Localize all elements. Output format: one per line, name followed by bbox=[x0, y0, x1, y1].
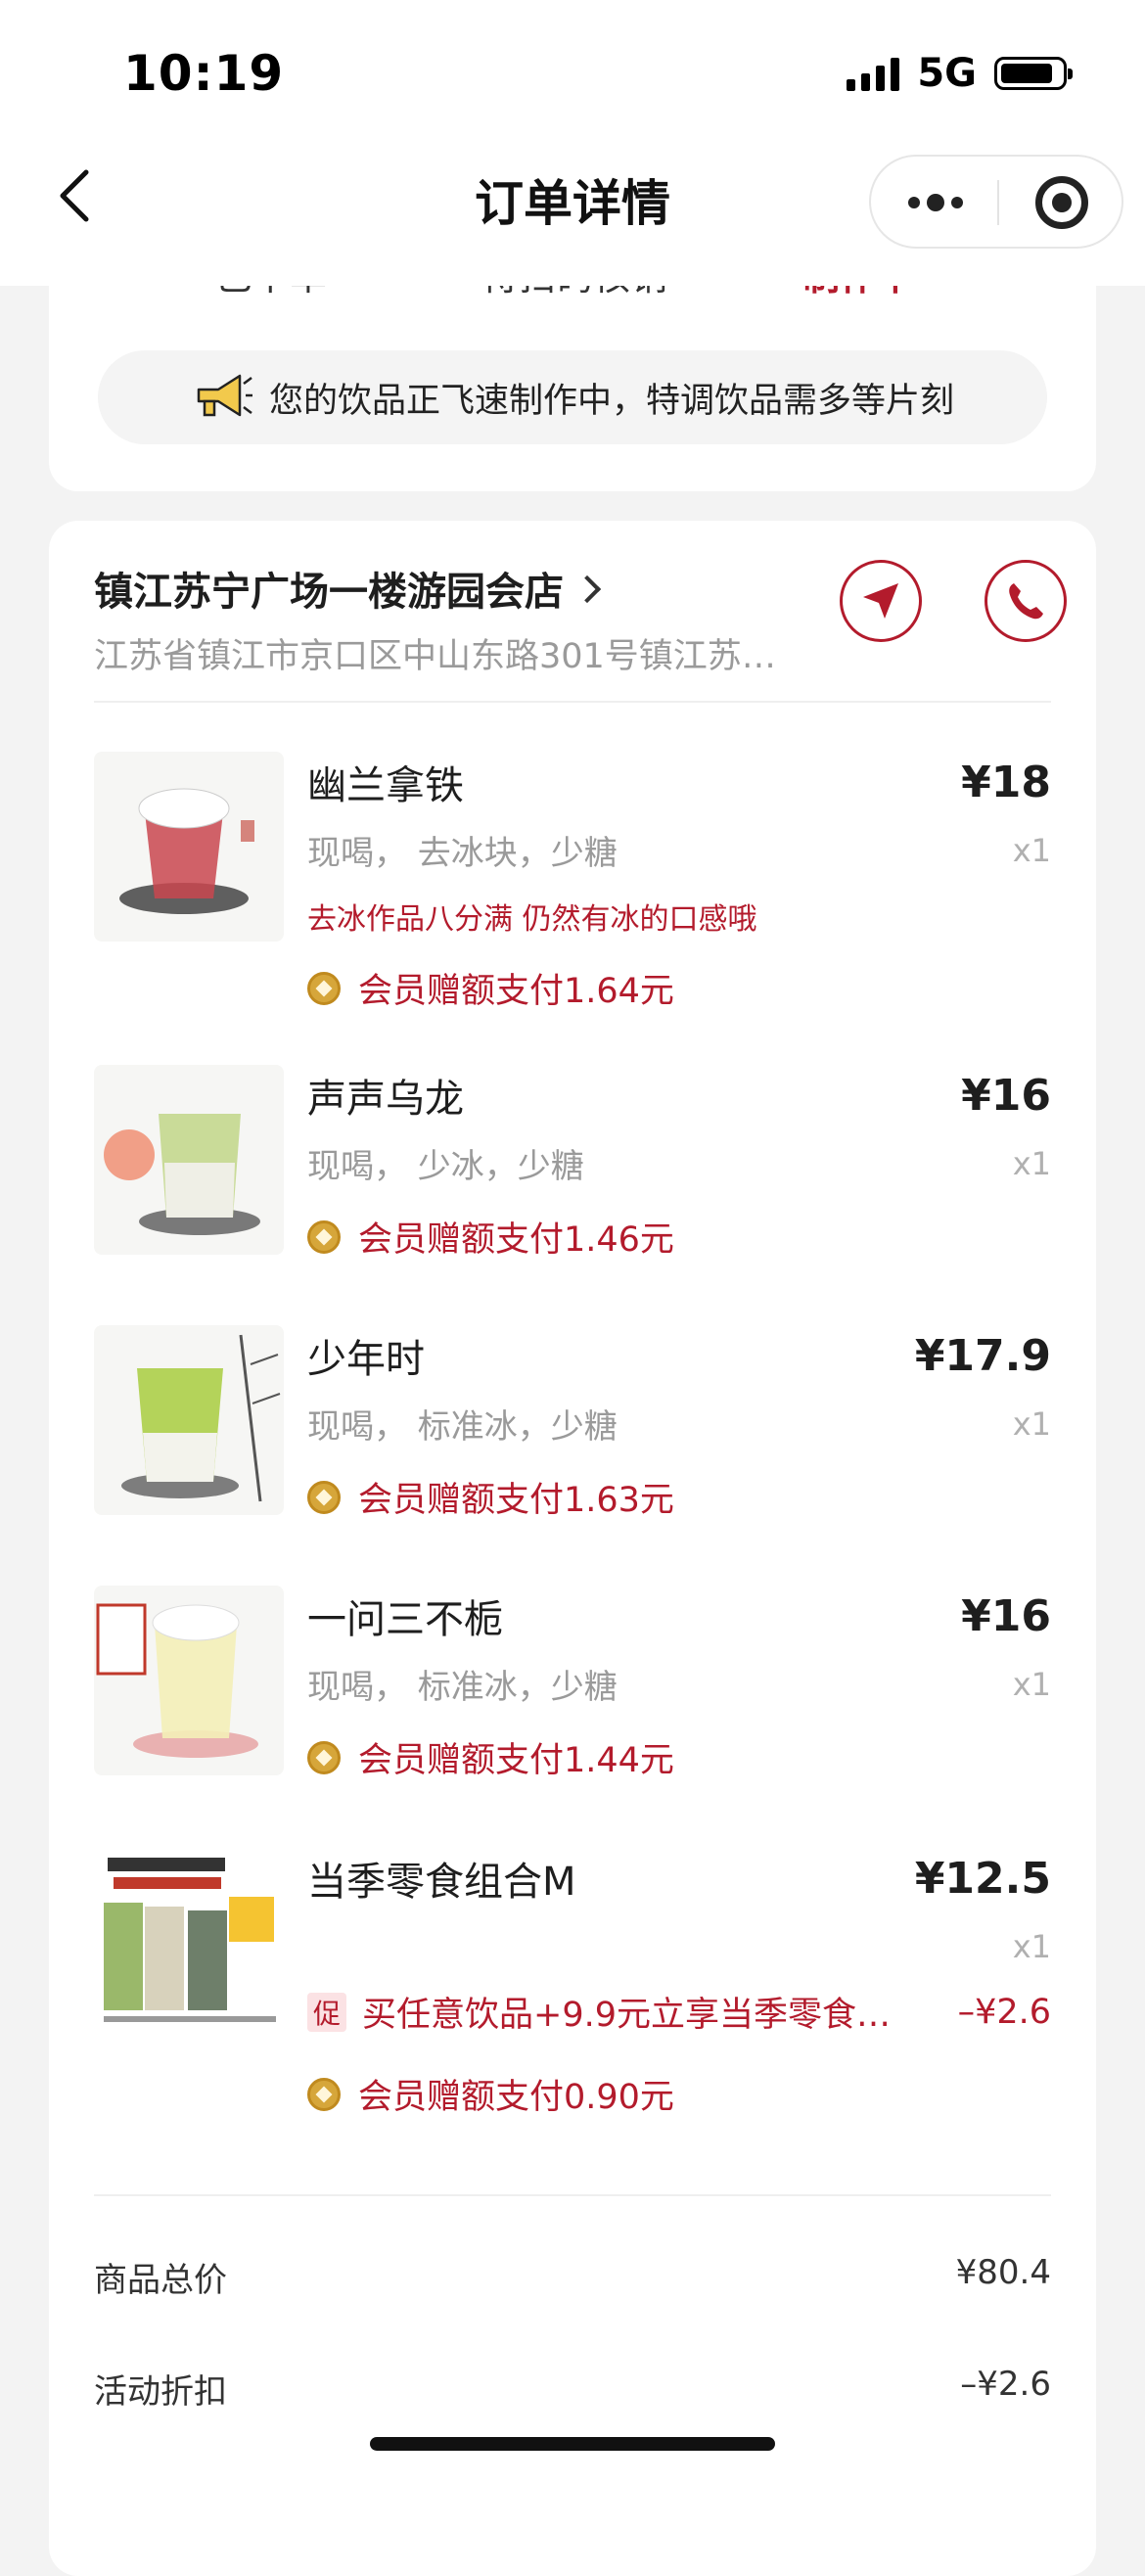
order-item[interactable]: 当季零食组合M ¥12.5 x1 促 买任意饮品+9.9元立享当季零食买4就送1… bbox=[94, 1848, 1051, 2132]
order-item[interactable]: 幽兰拿铁 ¥18 x1 现喝， 去冰块，少糖 去冰作品八分满 仍然有冰的口感哦 … bbox=[94, 752, 1051, 1016]
coin-icon bbox=[307, 971, 341, 1005]
divider bbox=[94, 701, 1051, 703]
product-spec: 现喝， 标准冰，少糖 bbox=[307, 1668, 618, 1707]
navigation-arrow-icon bbox=[863, 583, 898, 619]
product-spec: 现喝， 少冰，少糖 bbox=[307, 1147, 584, 1186]
member-pay-text: 会员赠额支付1.64元 bbox=[358, 972, 674, 1011]
product-price: ¥16 bbox=[961, 1591, 1051, 1641]
home-indicator[interactable] bbox=[370, 2437, 775, 2451]
member-pay: 会员赠额支付1.63元 bbox=[307, 1472, 674, 1522]
chevron-right-icon bbox=[572, 575, 602, 604]
product-tip: 去冰作品八分满 仍然有冰的口感哦 bbox=[307, 902, 757, 937]
discount-row: 活动折扣 –¥2.6 bbox=[94, 2365, 1051, 2413]
promo-text: 买任意饮品+9.9元立享当季零食买4就送1 bbox=[362, 1996, 920, 2035]
member-pay-text: 会员赠额支付1.63元 bbox=[358, 1481, 674, 1520]
phone-icon bbox=[1009, 583, 1043, 620]
member-pay-text: 会员赠额支付1.44元 bbox=[358, 1741, 674, 1780]
order-item[interactable]: 少年时 ¥17.9 x1 现喝， 标准冰，少糖 会员赠额支付1.63元 bbox=[94, 1325, 1051, 1541]
promo-amount: –¥2.6 bbox=[957, 1992, 1051, 2032]
product-image bbox=[94, 1586, 284, 1775]
battery-icon bbox=[994, 57, 1073, 90]
close-mini-program-icon[interactable] bbox=[1035, 176, 1088, 229]
product-image bbox=[94, 752, 284, 942]
status-indicators: 5G bbox=[847, 51, 1073, 96]
coin-icon bbox=[307, 1740, 341, 1774]
order-item[interactable]: 一问三不栀 ¥16 x1 现喝， 标准冰，少糖 会员赠额支付1.44元 bbox=[94, 1586, 1051, 1801]
product-spec: 现喝， 标准冰，少糖 bbox=[307, 1407, 618, 1447]
divider bbox=[94, 2194, 1051, 2196]
status-time: 10:19 bbox=[123, 45, 285, 102]
promo-badge: 促 bbox=[307, 1992, 346, 2032]
product-qty: x1 bbox=[1012, 1928, 1051, 1965]
call-store-button[interactable] bbox=[985, 560, 1067, 642]
capsule-divider bbox=[997, 180, 999, 225]
store-name: 镇江苏宁广场一楼游园会店 bbox=[94, 570, 564, 615]
store-address: 江苏省镇江市京口区中山东路301号镇江苏宁广场一楼 bbox=[94, 637, 799, 676]
product-name: 一问三不栀 bbox=[307, 1597, 503, 1642]
network-type: 5G bbox=[917, 51, 977, 96]
megaphone-icon bbox=[197, 374, 252, 417]
total-label: 商品总价 bbox=[94, 2261, 227, 2300]
navigate-button[interactable] bbox=[840, 560, 922, 642]
product-qty: x1 bbox=[1012, 832, 1051, 869]
product-spec: 现喝， 去冰块，少糖 bbox=[307, 834, 618, 873]
order-detail-card: 镇江苏宁广场一楼游园会店 江苏省镇江市京口区中山东路301号镇江苏宁广场一楼 幽… bbox=[49, 521, 1096, 2576]
product-name: 当季零食组合M bbox=[307, 1860, 576, 1905]
member-pay-text: 会员赠额支付1.46元 bbox=[358, 1220, 674, 1260]
member-pay: 会员赠额支付1.64元 bbox=[307, 963, 674, 1013]
product-image bbox=[94, 1065, 284, 1255]
order-item[interactable]: 声声乌龙 ¥16 x1 现喝， 少冰，少糖 会员赠额支付1.46元 bbox=[94, 1065, 1051, 1280]
mini-program-capsule bbox=[869, 155, 1123, 249]
member-pay: 会员赠额支付0.90元 bbox=[307, 2069, 674, 2119]
total-value: ¥80.4 bbox=[955, 2253, 1051, 2292]
product-price: ¥12.5 bbox=[914, 1854, 1051, 1904]
store-name-link[interactable]: 镇江苏宁广场一楼游园会店 bbox=[94, 560, 602, 617]
product-name: 少年时 bbox=[307, 1337, 425, 1382]
total-price-row: 商品总价 ¥80.4 bbox=[94, 2253, 1051, 2301]
member-pay: 会员赠额支付1.46元 bbox=[307, 1212, 674, 1262]
product-name: 幽兰拿铁 bbox=[307, 763, 464, 808]
product-name: 声声乌龙 bbox=[307, 1077, 464, 1122]
notice-text: 您的饮品正飞速制作中，特调饮品需多等片刻 bbox=[268, 381, 954, 421]
product-price: ¥16 bbox=[961, 1071, 1051, 1121]
member-pay-text: 会员赠额支付0.90元 bbox=[358, 2078, 674, 2117]
promotion-row: 促 买任意饮品+9.9元立享当季零食买4就送1 –¥2.6 bbox=[307, 1987, 1051, 2037]
coin-icon bbox=[307, 1219, 341, 1254]
discount-value: –¥2.6 bbox=[960, 2365, 1051, 2404]
coin-icon bbox=[307, 1480, 341, 1514]
coin-icon bbox=[307, 2077, 341, 2111]
product-price: ¥18 bbox=[961, 758, 1051, 807]
product-price: ¥17.9 bbox=[914, 1331, 1051, 1381]
product-image bbox=[94, 1325, 284, 1515]
status-notice: 您的饮品正飞速制作中，特调饮品需多等片刻 bbox=[98, 350, 1047, 444]
product-image bbox=[94, 1848, 284, 2038]
product-qty: x1 bbox=[1012, 1145, 1051, 1182]
discount-label: 活动折扣 bbox=[94, 2372, 227, 2412]
product-qty: x1 bbox=[1012, 1666, 1051, 1703]
signal-icon bbox=[847, 56, 900, 91]
product-qty: x1 bbox=[1012, 1405, 1051, 1443]
member-pay: 会员赠额支付1.44元 bbox=[307, 1732, 674, 1782]
top-bar: 10:19 5G 订单详情 bbox=[0, 0, 1145, 286]
more-icon[interactable] bbox=[908, 190, 967, 215]
